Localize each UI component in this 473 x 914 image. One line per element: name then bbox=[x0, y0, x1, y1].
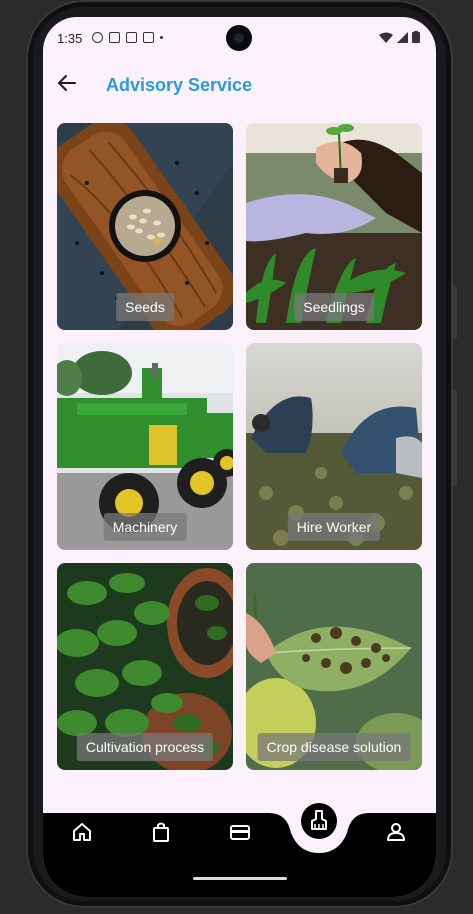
service-label: Seeds bbox=[116, 293, 174, 321]
status-bar: 1:35 bbox=[43, 17, 436, 61]
service-label: Hire Worker bbox=[287, 513, 381, 541]
bottom-navigation-bar bbox=[43, 803, 436, 897]
broom-icon bbox=[311, 810, 327, 830]
volume-button bbox=[451, 390, 457, 486]
app-screen: 1:35 Advisory Service Seeds Seedlings Ma… bbox=[43, 17, 436, 897]
home-icon[interactable] bbox=[71, 821, 93, 843]
wifi-icon bbox=[379, 32, 393, 43]
back-arrow-icon[interactable] bbox=[55, 71, 79, 95]
shield-icon bbox=[92, 32, 103, 43]
system-status-icons bbox=[379, 31, 420, 43]
front-camera bbox=[226, 25, 252, 51]
notification-icons bbox=[92, 32, 163, 43]
status-time: 1:35 bbox=[57, 31, 83, 46]
service-card-seedlings[interactable]: Seedlings bbox=[246, 123, 422, 330]
service-label: Cultivation process bbox=[76, 733, 214, 761]
service-label: Machinery bbox=[103, 513, 187, 541]
more-dot-icon bbox=[160, 36, 163, 39]
shopping-bag-icon[interactable] bbox=[150, 821, 172, 843]
service-label: Crop disease solution bbox=[257, 733, 411, 761]
app-bar: Advisory Service bbox=[43, 61, 436, 111]
calendar-icon bbox=[126, 32, 137, 43]
service-card-cultivation-process[interactable]: Cultivation process bbox=[57, 563, 233, 770]
person-icon[interactable] bbox=[385, 821, 407, 843]
calendar-icon bbox=[143, 32, 154, 43]
power-button bbox=[451, 287, 457, 339]
wallet-icon[interactable] bbox=[229, 821, 251, 843]
service-card-crop-disease-solution[interactable]: Crop disease solution bbox=[246, 563, 422, 770]
service-card-seeds[interactable]: Seeds bbox=[57, 123, 233, 330]
cellular-signal-icon bbox=[397, 31, 408, 43]
service-card-hire-worker[interactable]: Hire Worker bbox=[246, 343, 422, 550]
service-label: Seedlings bbox=[294, 293, 374, 321]
translate-icon bbox=[109, 32, 120, 43]
service-card-machinery[interactable]: Machinery bbox=[57, 343, 233, 550]
gesture-home-indicator[interactable] bbox=[193, 877, 287, 880]
active-tab-button[interactable] bbox=[301, 803, 337, 839]
battery-icon bbox=[412, 31, 420, 43]
page-title: Advisory Service bbox=[106, 75, 253, 95]
